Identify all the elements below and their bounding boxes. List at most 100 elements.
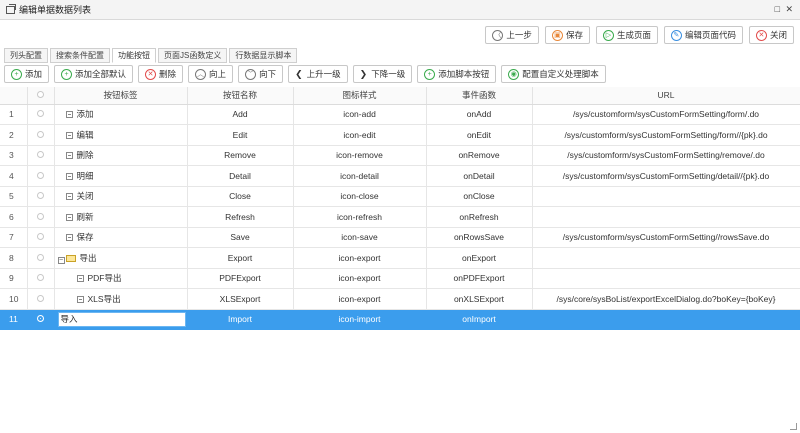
label-cell[interactable]: 关闭 (54, 186, 188, 207)
row-radio[interactable] (37, 171, 44, 179)
tab-1[interactable]: 搜索条件配置 (50, 48, 110, 63)
row-radio[interactable] (37, 192, 44, 200)
grid-toolbar-button-6[interactable]: ❯ 下降一级 (352, 65, 413, 83)
url-cell[interactable] (532, 206, 800, 228)
label-cell[interactable]: 保存 (54, 227, 188, 248)
name-cell[interactable]: Save (187, 227, 294, 248)
grid-toolbar-button-8[interactable]: ◉ 配置自定义处理脚本 (501, 65, 606, 83)
icon-style-cell[interactable]: icon-export (293, 247, 427, 269)
table-row[interactable]: 1 添加 Add icon-add onAdd/sys/customform/sysCu… (0, 104, 800, 125)
name-cell[interactable]: Export (187, 247, 294, 269)
icon-style-cell[interactable]: icon-refresh (293, 206, 427, 228)
collapse-toggle-icon[interactable]: − (57, 256, 65, 264)
maximize-button[interactable]: □ (775, 4, 780, 14)
url-cell[interactable]: /sys/customform/sysCustomFormSetting/for… (532, 124, 800, 146)
row-radio[interactable] (37, 274, 44, 282)
event-cell[interactable]: onImport (426, 309, 533, 330)
grid-toolbar-button-5[interactable]: ❮ 上升一级 (288, 65, 348, 83)
event-cell[interactable]: onRemove (426, 145, 533, 166)
event-cell[interactable]: onRefresh (426, 206, 533, 228)
table-row[interactable]: 2 编辑 Edit icon-edit onEdit/sys/customform/sy… (0, 124, 800, 146)
icon-style-cell[interactable]: icon-add (293, 104, 427, 125)
table-row[interactable]: 5 关闭 Close icon-close onClose (0, 186, 800, 207)
label-edit-input[interactable]: 导入 (57, 311, 186, 327)
url-cell[interactable] (532, 186, 800, 207)
row-radio[interactable] (37, 130, 44, 138)
grid-toolbar-button-0[interactable]: + 添加 (4, 65, 50, 83)
row-radio[interactable] (37, 253, 44, 261)
name-cell[interactable]: Remove (187, 145, 294, 166)
name-cell[interactable]: Edit (187, 124, 294, 146)
table-row[interactable]: 10 XLS导出 XLSExport icon-export onXLSExport/s… (0, 288, 800, 310)
resize-grip[interactable] (790, 423, 797, 430)
url-cell[interactable]: /sys/customform/sysCustomFormSetting/for… (532, 104, 800, 125)
close-window-button[interactable]: ✕ (785, 4, 793, 15)
label-cell[interactable]: XLS导出 (54, 288, 188, 310)
name-cell[interactable]: Close (187, 186, 294, 207)
row-radio[interactable] (37, 315, 44, 323)
label-cell[interactable]: − 导出 (54, 247, 188, 269)
grid-toolbar-button-1[interactable]: + 添加全部默认 (54, 65, 134, 83)
label-cell[interactable]: 删除 (54, 145, 188, 166)
grid-toolbar-button-3[interactable]: ︿ 向上 (188, 65, 234, 83)
table-row[interactable]: 9 PDF导出 PDFExport icon-export onPDFExport (0, 268, 800, 289)
icon-style-cell[interactable]: icon-save (293, 227, 427, 248)
save-button[interactable]: ▣ 保存 (544, 26, 590, 44)
row-radio[interactable] (37, 110, 44, 118)
icon-style-cell[interactable]: icon-export (293, 288, 427, 310)
grid-toolbar-button-7[interactable]: + 添加脚本按钮 (417, 65, 497, 83)
grid-toolbar-button-4[interactable]: ﹀ 向下 (238, 65, 284, 83)
row-radio[interactable] (37, 151, 44, 159)
event-cell[interactable]: onRowsSave (426, 227, 533, 248)
url-cell[interactable]: /sys/customform/sysCustomFormSetting//ro… (532, 227, 800, 248)
url-cell[interactable] (532, 309, 800, 330)
event-cell[interactable]: onEdit (426, 124, 533, 146)
label-cell[interactable]: 导入 (54, 309, 188, 330)
select-all-radio[interactable] (37, 91, 44, 99)
label-cell[interactable]: 编辑 (54, 124, 188, 146)
name-cell[interactable]: Refresh (187, 206, 294, 228)
row-radio[interactable] (37, 212, 44, 220)
event-cell[interactable]: onPDFExport (426, 268, 533, 289)
tab-0[interactable]: 列头配置 (4, 48, 48, 63)
name-cell[interactable]: PDFExport (187, 268, 294, 289)
icon-style-cell[interactable]: icon-export (293, 268, 427, 289)
icon-style-cell[interactable]: icon-import (293, 309, 427, 330)
play-button[interactable]: ▷ 生成页面 (595, 26, 658, 44)
grid-toolbar-button-2[interactable]: ✕ 删除 (138, 65, 184, 83)
label-cell[interactable]: PDF导出 (54, 268, 188, 289)
back-button[interactable]: 〈上一步 (485, 26, 539, 44)
icon-style-cell[interactable]: icon-remove (293, 145, 427, 166)
label-cell[interactable]: 添加 (54, 104, 188, 125)
icon-style-cell[interactable]: icon-edit (293, 124, 427, 146)
event-cell[interactable]: onExport (426, 247, 533, 269)
name-cell[interactable]: Detail (187, 165, 294, 187)
table-row[interactable]: 8 − 导出 Export icon-export onExport (0, 247, 800, 269)
url-cell[interactable] (532, 247, 800, 269)
name-cell[interactable]: Add (187, 104, 294, 125)
label-cell[interactable]: 明细 (54, 165, 188, 187)
url-cell[interactable]: /sys/core/sysBoList/exportExcelDialog.do… (532, 288, 800, 310)
label-cell[interactable]: 刷新 (54, 206, 188, 228)
table-row[interactable]: 11 导入 Import icon-import onImport (0, 309, 800, 330)
row-radio[interactable] (37, 294, 44, 302)
event-cell[interactable]: onXLSExport (426, 288, 533, 310)
table-row[interactable]: 4 明细 Detail icon-detail onDetail/sys/customf… (0, 165, 800, 187)
url-cell[interactable]: /sys/customform/sysCustomFormSetting/det… (532, 165, 800, 187)
table-row[interactable]: 6 刷新 Refresh icon-refresh onRefresh (0, 206, 800, 228)
event-cell[interactable]: onDetail (426, 165, 533, 187)
row-radio[interactable] (37, 233, 44, 241)
icon-style-cell[interactable]: icon-detail (293, 165, 427, 187)
event-cell[interactable]: onClose (426, 186, 533, 207)
tab-2[interactable]: 功能按钮 (112, 48, 156, 63)
table-row[interactable]: 7 保存 Save icon-save onRowsSave/sys/customfor… (0, 227, 800, 248)
event-cell[interactable]: onAdd (426, 104, 533, 125)
tab-4[interactable]: 行数据显示脚本 (229, 48, 298, 63)
close-button[interactable]: ✕ 关闭 (748, 26, 794, 44)
url-cell[interactable]: /sys/customform/sysCustomFormSetting/rem… (532, 145, 800, 166)
tab-3[interactable]: 页面JS函数定义 (158, 48, 228, 63)
icon-style-cell[interactable]: icon-close (293, 186, 427, 207)
name-cell[interactable]: XLSExport (187, 288, 294, 310)
edit-button[interactable]: ✎ 编辑页面代码 (663, 26, 743, 44)
table-row[interactable]: 3 删除 Remove icon-remove onRemove/sys/customf… (0, 145, 800, 166)
